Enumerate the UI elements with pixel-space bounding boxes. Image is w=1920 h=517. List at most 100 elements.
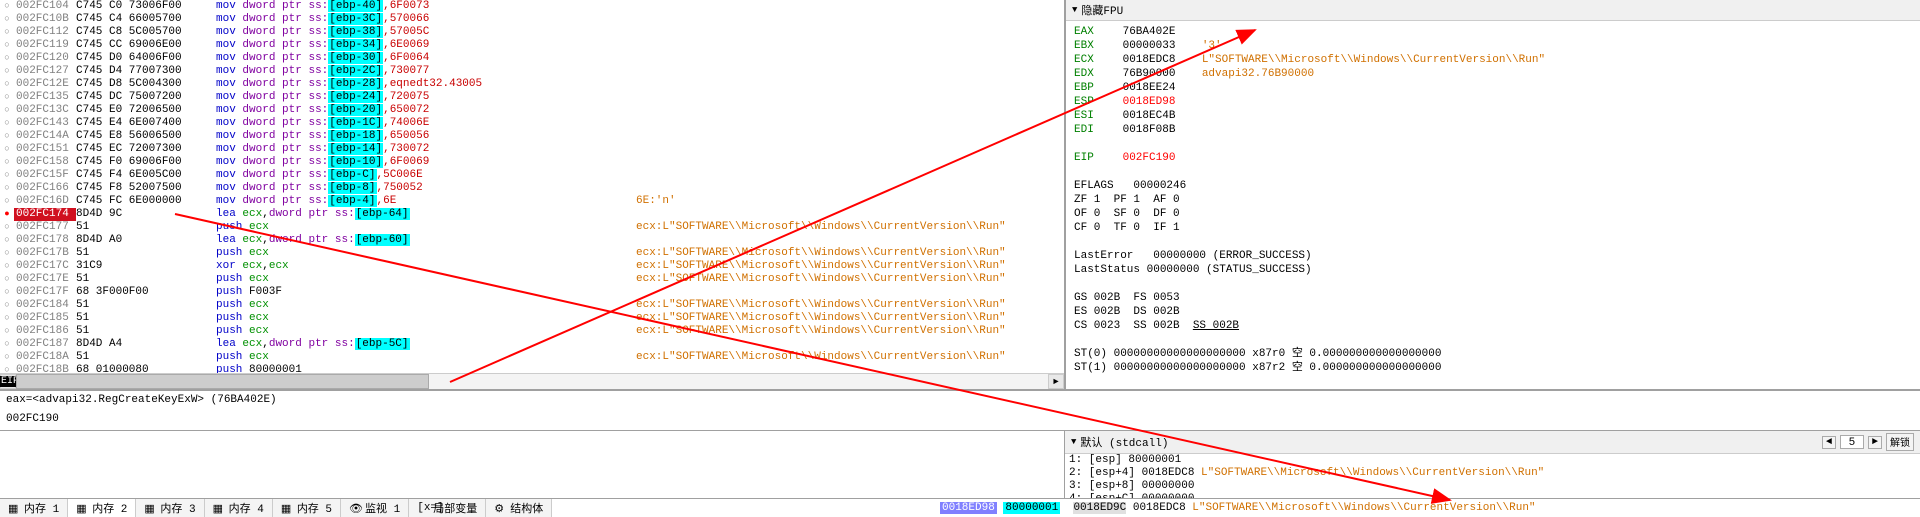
disasm-row[interactable]: 002FC135C745 DC 75007200mov dword ptr ss…: [0, 91, 1064, 104]
disasm-row[interactable]: 002FC166C745 F8 52007500mov dword ptr ss…: [0, 182, 1064, 195]
addr-cell[interactable]: 002FC135: [14, 91, 76, 104]
breakpoint-gutter[interactable]: [0, 260, 14, 273]
dump-tab[interactable]: ▦内存 3: [136, 499, 204, 517]
scroll-right-icon[interactable]: ►: [1048, 374, 1064, 389]
addr-cell[interactable]: 002FC187: [14, 338, 76, 351]
regs-title[interactable]: 隐藏FPU: [1081, 2, 1123, 18]
disasm-row[interactable]: 002FC12EC745 D8 5C004300mov dword ptr ss…: [0, 78, 1064, 91]
breakpoint-gutter[interactable]: [0, 221, 14, 234]
disasm-row[interactable]: 002FC15FC745 F4 6E005C00mov dword ptr ss…: [0, 169, 1064, 182]
disasm-row[interactable]: 002FC18A51push ecxecx:L"SOFTWARE\\Micros…: [0, 351, 1064, 364]
stack-line[interactable]: 1: [esp] 80000001: [1069, 454, 1916, 467]
disasm-row[interactable]: 002FC17B51push ecxecx:L"SOFTWARE\\Micros…: [0, 247, 1064, 260]
breakpoint-gutter[interactable]: [0, 130, 14, 143]
chevron-down-icon[interactable]: ▼: [1071, 437, 1076, 447]
addr-cell[interactable]: 002FC186: [14, 325, 76, 338]
breakpoint-gutter[interactable]: [0, 52, 14, 65]
stack-line[interactable]: 2: [esp+4] 0018EDC8 L"SOFTWARE\\Microsof…: [1069, 467, 1916, 480]
addr-cell[interactable]: 002FC177: [14, 221, 76, 234]
disasm-row[interactable]: 002FC1748D4D 9Clea ecx,dword ptr ss:[ebp…: [0, 208, 1064, 221]
disasm-row[interactable]: 002FC1878D4D A4lea ecx,dword ptr ss:[ebp…: [0, 338, 1064, 351]
breakpoint-gutter[interactable]: [0, 0, 14, 13]
breakpoint-gutter[interactable]: [0, 195, 14, 208]
breakpoint-gutter[interactable]: [0, 312, 14, 325]
disasm-row[interactable]: 002FC151C745 EC 72007300mov dword ptr ss…: [0, 143, 1064, 156]
breakpoint-gutter[interactable]: [0, 39, 14, 52]
stack-body[interactable]: 1: [esp] 800000012: [esp+4] 0018EDC8 L"S…: [1065, 454, 1920, 498]
disasm-row[interactable]: 002FC18B68 01000080push 80000001: [0, 364, 1064, 373]
addr-cell[interactable]: 002FC104: [14, 0, 76, 13]
breakpoint-gutter[interactable]: [0, 78, 14, 91]
breakpoint-gutter[interactable]: [0, 273, 14, 286]
breakpoint-gutter[interactable]: [0, 351, 14, 364]
addr-cell[interactable]: 002FC14A: [14, 130, 76, 143]
addr-cell[interactable]: 002FC12E: [14, 78, 76, 91]
breakpoint-gutter[interactable]: [0, 143, 14, 156]
dump-tab[interactable]: ▦内存 4: [205, 499, 273, 517]
disasm-scrollbar[interactable]: ◄ ►: [0, 373, 1064, 389]
dump-tab[interactable]: ▦内存 5: [273, 499, 341, 517]
registers-body[interactable]: EAX 76BA402E EBX 00000033 '3'ECX 0018EDC…: [1066, 21, 1920, 389]
breakpoint-gutter[interactable]: [0, 286, 14, 299]
stack-mode[interactable]: 默认 (stdcall): [1080, 434, 1168, 450]
addr-cell[interactable]: 002FC158: [14, 156, 76, 169]
unlock-button[interactable]: 解锁: [1886, 433, 1914, 451]
disasm-row[interactable]: 002FC104C745 C0 73006F00mov dword ptr ss…: [0, 0, 1064, 13]
breakpoint-gutter[interactable]: [0, 338, 14, 351]
addr-cell[interactable]: 002FC18A: [14, 351, 76, 364]
addr-cell[interactable]: 002FC17F: [14, 286, 76, 299]
dump-line[interactable]: 0018ED98 80000001 0018ED9C 0018EDC8 L"SO…: [940, 499, 1920, 516]
addr-cell[interactable]: 002FC17C: [14, 260, 76, 273]
disasm-row[interactable]: 002FC13CC745 E0 72006500mov dword ptr ss…: [0, 104, 1064, 117]
disasm-row[interactable]: 002FC17F68 3F000F00push F003F: [0, 286, 1064, 299]
breakpoint-gutter[interactable]: [0, 247, 14, 260]
breakpoint-gutter[interactable]: [0, 104, 14, 117]
stack-count-input[interactable]: [1840, 435, 1864, 449]
breakpoint-gutter[interactable]: [0, 91, 14, 104]
disasm-row[interactable]: 002FC10BC745 C4 66005700mov dword ptr ss…: [0, 13, 1064, 26]
disasm-row[interactable]: 002FC158C745 F0 69006F00mov dword ptr ss…: [0, 156, 1064, 169]
chevron-down-icon[interactable]: ▼: [1072, 5, 1077, 15]
breakpoint-gutter[interactable]: [0, 26, 14, 39]
addr-cell[interactable]: 002FC15F: [14, 169, 76, 182]
disasm-row[interactable]: 002FC18651push ecxecx:L"SOFTWARE\\Micros…: [0, 325, 1064, 338]
addr-cell[interactable]: 002FC112: [14, 26, 76, 39]
stack-prev-button[interactable]: ◄: [1822, 436, 1836, 449]
disasm-row[interactable]: 002FC120C745 D0 64006F00mov dword ptr ss…: [0, 52, 1064, 65]
addr-cell[interactable]: 002FC178: [14, 234, 76, 247]
disasm-row[interactable]: 002FC1788D4D A0lea ecx,dword ptr ss:[ebp…: [0, 234, 1064, 247]
disasm-row[interactable]: 002FC119C745 CC 69006E00mov dword ptr ss…: [0, 39, 1064, 52]
addr-cell[interactable]: 002FC10B: [14, 13, 76, 26]
disasm-row[interactable]: 002FC16DC745 FC 6E000000mov dword ptr ss…: [0, 195, 1064, 208]
addr-cell[interactable]: 002FC18B: [14, 364, 76, 373]
stack-line[interactable]: 4: [esp+C] 00000000: [1069, 493, 1916, 498]
stack-next-button[interactable]: ►: [1868, 436, 1882, 449]
addr-cell[interactable]: 002FC174: [14, 208, 76, 221]
addr-cell[interactable]: 002FC127: [14, 65, 76, 78]
addr-cell[interactable]: 002FC13C: [14, 104, 76, 117]
addr-cell[interactable]: 002FC143: [14, 117, 76, 130]
breakpoint-gutter[interactable]: [0, 325, 14, 338]
disasm-row[interactable]: 002FC143C745 E4 6E007400mov dword ptr ss…: [0, 117, 1064, 130]
disasm-row[interactable]: 002FC17C31C9xor ecx,ecxecx:L"SOFTWARE\\M…: [0, 260, 1064, 273]
addr-cell[interactable]: 002FC151: [14, 143, 76, 156]
breakpoint-gutter[interactable]: [0, 364, 14, 373]
addr-cell[interactable]: 002FC17B: [14, 247, 76, 260]
addr-cell[interactable]: 002FC185: [14, 312, 76, 325]
disasm-row[interactable]: 002FC18451push ecxecx:L"SOFTWARE\\Micros…: [0, 299, 1064, 312]
dump-tab[interactable]: ▦内存 2: [68, 499, 136, 517]
breakpoint-gutter[interactable]: [0, 156, 14, 169]
dump-tab[interactable]: [x=]局部变量: [409, 499, 486, 517]
disassembly-view[interactable]: 002FC104C745 C0 73006F00mov dword ptr ss…: [0, 0, 1064, 373]
disasm-row[interactable]: 002FC17751push ecxecx:L"SOFTWARE\\Micros…: [0, 221, 1064, 234]
breakpoint-gutter[interactable]: [0, 208, 14, 221]
disasm-row[interactable]: 002FC112C745 C8 5C005700mov dword ptr ss…: [0, 26, 1064, 39]
breakpoint-gutter[interactable]: [0, 65, 14, 78]
addr-cell[interactable]: 002FC119: [14, 39, 76, 52]
breakpoint-gutter[interactable]: [0, 234, 14, 247]
dump-tab[interactable]: ▦内存 1: [0, 499, 68, 517]
addr-cell[interactable]: 002FC120: [14, 52, 76, 65]
breakpoint-gutter[interactable]: [0, 117, 14, 130]
addr-cell[interactable]: 002FC166: [14, 182, 76, 195]
dump-tab[interactable]: ⚙结构体: [486, 499, 552, 517]
